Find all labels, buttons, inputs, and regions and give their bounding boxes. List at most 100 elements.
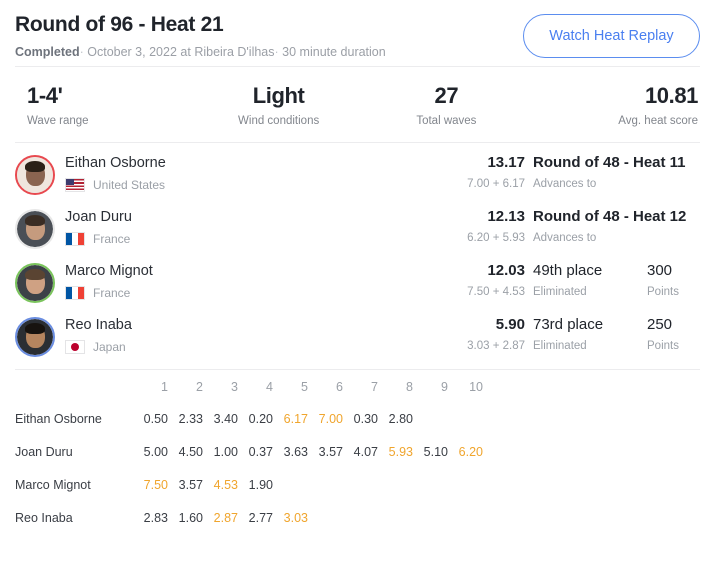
- wave-score: 4.07: [353, 445, 378, 459]
- wave-score: [415, 468, 450, 501]
- watch-heat-replay-button[interactable]: Watch Heat Replay: [523, 14, 700, 58]
- heat-duration: 30 minute duration: [282, 45, 386, 59]
- stat-label: Wave range: [27, 115, 89, 127]
- country-flag-icon: [65, 286, 85, 300]
- athlete-result[interactable]: Round of 48 - Heat 11: [533, 153, 686, 172]
- wave-score: [275, 468, 310, 501]
- wave-score: [450, 402, 485, 435]
- athlete-result-status: Eliminated: [533, 286, 587, 298]
- wave-row-athlete-name: Reo Inaba: [15, 511, 73, 525]
- wave-score: [310, 501, 345, 534]
- wave-table-row: Marco Mignot 7.50 3.57 4.53 1.90: [15, 468, 485, 501]
- athlete-country: Japan: [93, 340, 126, 354]
- wave-score: 5.10: [423, 445, 448, 459]
- wave-score: 2.77: [248, 511, 273, 525]
- athlete-row[interactable]: Reo Inaba Japan 5.90 3.03 + 2.87 73rd place E…: [15, 311, 700, 365]
- wave-table-row: Joan Duru 5.00 4.50 1.00 0.37 3.63 3.57 4.07 5.9…: [15, 435, 485, 468]
- heat-date: October 3, 2022: [87, 45, 177, 59]
- wave-score-counted: 6.17: [283, 412, 308, 426]
- wave-score: 3.57: [318, 445, 343, 459]
- avatar: [15, 263, 55, 303]
- wave-score: [450, 501, 485, 534]
- wave-score: [345, 468, 380, 501]
- wave-row-athlete-name: Marco Mignot: [15, 478, 91, 492]
- wave-score: 1.00: [213, 445, 238, 459]
- athlete-row[interactable]: Joan Duru France 12.13 6.20 + 5.93 Round of …: [15, 203, 700, 257]
- athlete-name: Eithan Osborne: [65, 155, 166, 171]
- athlete-row[interactable]: Marco Mignot France 12.03 7.50 + 4.53 49th p…: [15, 257, 700, 311]
- sub-separator-1: ·: [79, 45, 84, 59]
- wave-score: [380, 501, 415, 534]
- stat-wave-range: 1-4' Wave range: [15, 83, 195, 128]
- wave-score: 0.30: [353, 412, 378, 426]
- wave-score: 3.40: [213, 412, 238, 426]
- athlete-result: 73rd place: [533, 316, 604, 333]
- avatar-photo: [17, 319, 53, 355]
- wave-table-body: Eithan Osborne 0.50 2.33 3.40 0.20 6.17 7.00 0.…: [15, 402, 485, 534]
- wave-score: [415, 501, 450, 534]
- athlete-name: Reo Inaba: [65, 317, 132, 333]
- stat-label: Avg. heat score: [618, 115, 698, 127]
- athlete-total-score: 5.90: [495, 316, 525, 333]
- avatar-photo: [17, 211, 53, 247]
- wave-scores-section: 1 2 3 4 5 6 7 8 9 10 Eithan Osborne 0.50 2.33 3.40 0.…: [0, 370, 715, 534]
- wave-table-row: Reo Inaba 2.83 1.60 2.87 2.77 3.03: [15, 501, 485, 534]
- wave-score: [345, 501, 380, 534]
- heat-stats: 1-4' Wave range Light Wind conditions 27…: [0, 67, 715, 142]
- wave-score: [415, 402, 450, 435]
- athlete-points-label: Points: [647, 286, 679, 298]
- avatar-photo: [17, 265, 53, 301]
- us-flag-graphic: [66, 179, 84, 191]
- avatar: [15, 209, 55, 249]
- fr-flag-graphic: [66, 287, 84, 299]
- wave-score: [310, 468, 345, 501]
- wave-column-header: 2: [196, 380, 203, 394]
- sub-separator-2: ·: [274, 45, 279, 59]
- wave-column-header: 10: [469, 380, 483, 394]
- wave-table-head: 1 2 3 4 5 6 7 8 9 10: [15, 370, 485, 402]
- athlete-name: Joan Duru: [65, 209, 132, 225]
- heat-result-page: Round of 96 - Heat 21 Completed· October…: [0, 0, 715, 571]
- wave-table-row: Eithan Osborne 0.50 2.33 3.40 0.20 6.17 7.00 0.…: [15, 402, 485, 435]
- wave-column-header: 9: [441, 380, 448, 394]
- athlete-total-score: 13.17: [487, 154, 525, 171]
- wave-score: 1.60: [178, 511, 203, 525]
- wave-score-counted: 7.50: [143, 478, 168, 492]
- wave-score: 0.20: [248, 412, 273, 426]
- athlete-counting-waves: 7.00 + 6.17: [467, 178, 525, 190]
- heat-location: Ribeira D'ilhas: [194, 45, 275, 59]
- wave-column-header: 7: [371, 380, 378, 394]
- stat-value: 27: [434, 83, 459, 108]
- stat-value: Light: [252, 83, 305, 108]
- stat-label: Wind conditions: [238, 115, 320, 127]
- wave-column-header: 1: [161, 380, 168, 394]
- athlete-list: Eithan Osborne United States 13.17 7.00 + 6…: [0, 143, 715, 369]
- wave-score-counted: 5.93: [388, 445, 413, 459]
- status-badge: Completed: [15, 45, 80, 59]
- country-flag-icon: [65, 340, 85, 354]
- wave-score: [450, 468, 485, 501]
- stat-label: Total waves: [416, 115, 477, 127]
- athlete-country: France: [93, 286, 131, 300]
- athlete-name: Marco Mignot: [65, 263, 153, 279]
- athlete-result: 49th place: [533, 262, 603, 279]
- country-flag-icon: [65, 178, 85, 192]
- stat-value: 10.81: [644, 83, 698, 108]
- avatar: [15, 155, 55, 195]
- athlete-row[interactable]: Eithan Osborne United States 13.17 7.00 + 6…: [15, 149, 700, 203]
- wave-row-athlete-name: Joan Duru: [15, 445, 73, 459]
- athlete-total-score: 12.13: [487, 208, 525, 225]
- fr-flag-graphic: [66, 233, 84, 245]
- athlete-points: 250: [647, 316, 673, 333]
- athlete-result[interactable]: Round of 48 - Heat 12: [533, 207, 686, 226]
- stat-avg-heat-score: 10.81 Avg. heat score: [530, 83, 700, 128]
- wave-score-counted: 3.03: [283, 511, 308, 525]
- wave-score-counted: 2.87: [213, 511, 238, 525]
- wave-column-header: 8: [406, 380, 413, 394]
- wave-score-counted: 6.20: [458, 445, 483, 459]
- athlete-result-status: Advances to: [533, 232, 597, 244]
- athlete-total-score: 12.03: [487, 262, 525, 279]
- wave-score: 4.50: [178, 445, 203, 459]
- wave-row-athlete-name: Eithan Osborne: [15, 412, 102, 426]
- athlete-counting-waves: 6.20 + 5.93: [467, 232, 525, 244]
